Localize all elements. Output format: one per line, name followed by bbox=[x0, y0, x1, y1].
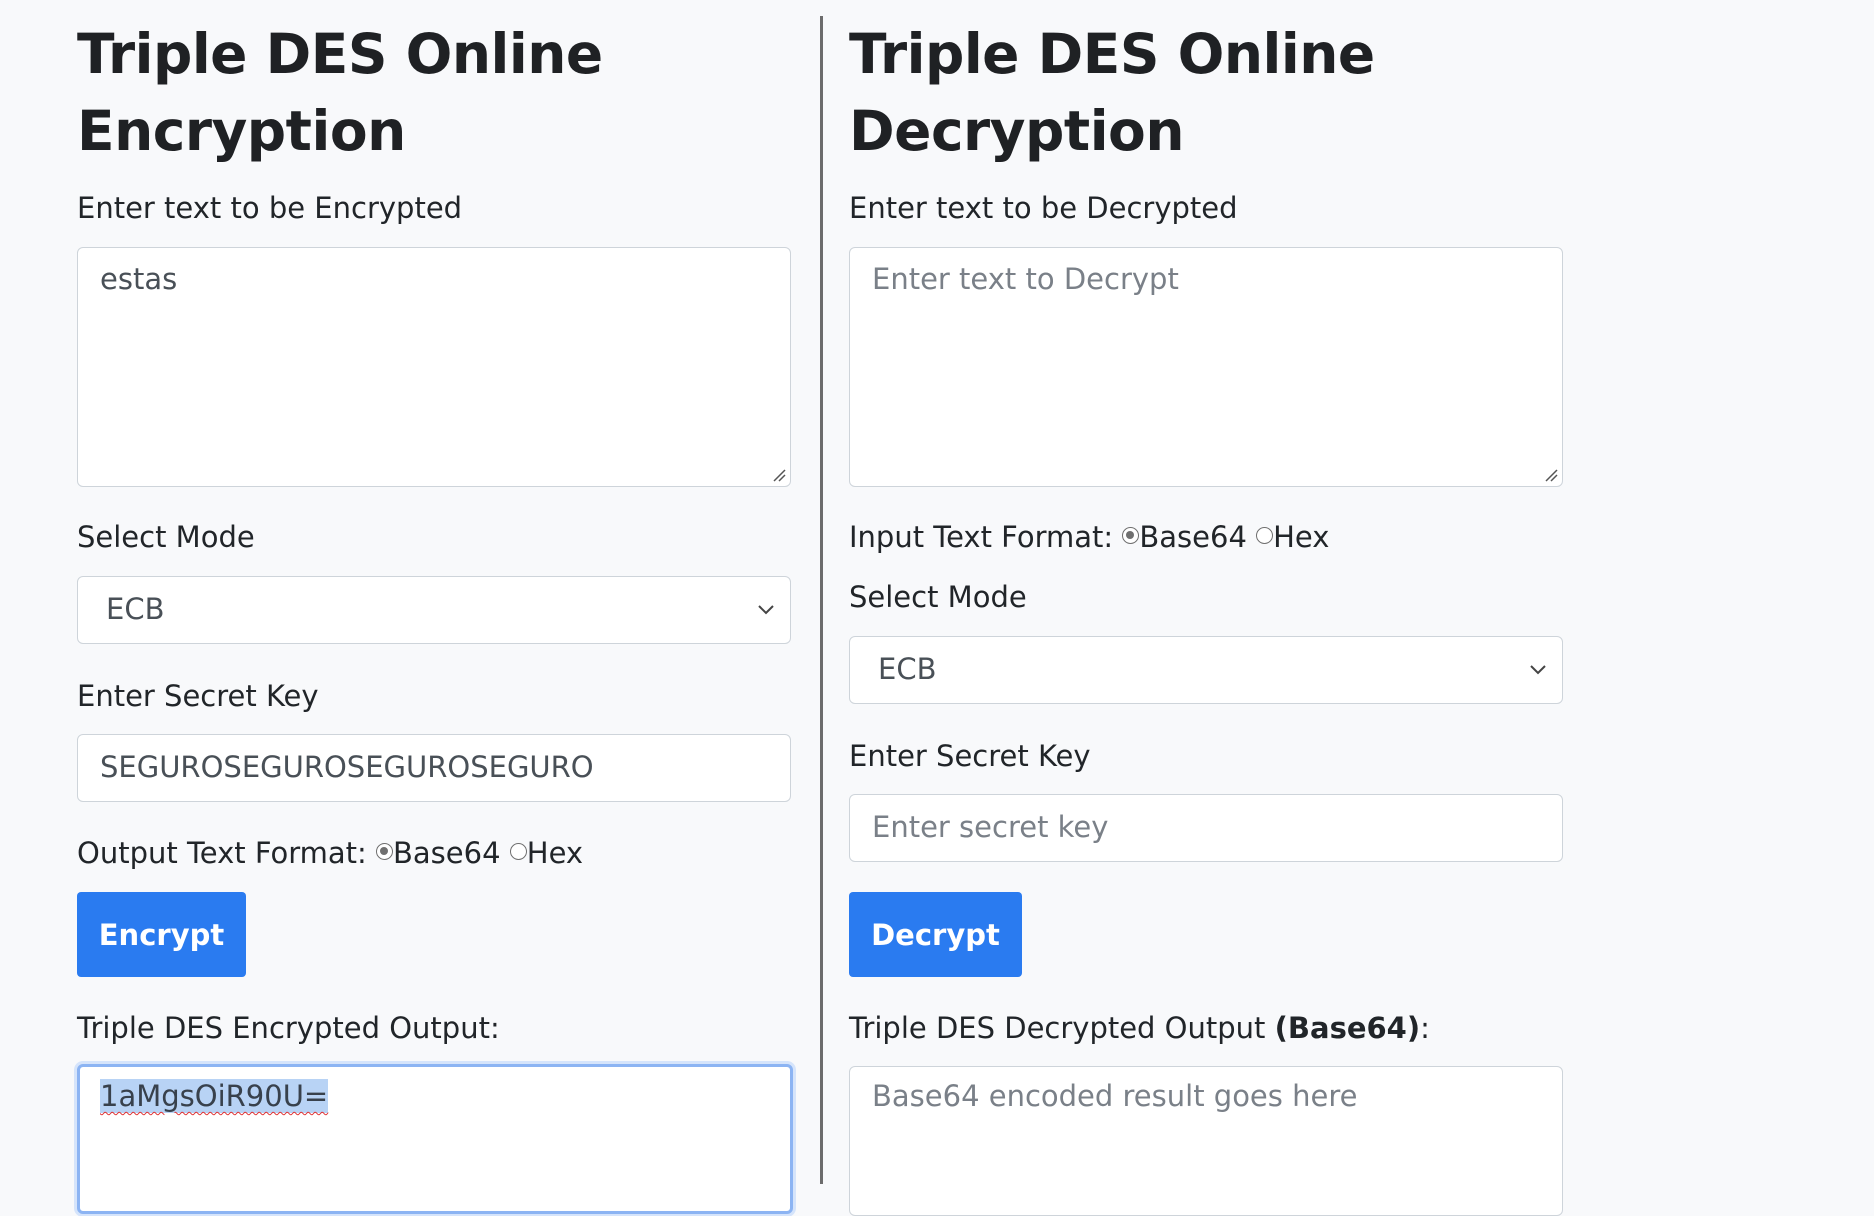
encrypt-text-input[interactable]: estas bbox=[77, 247, 791, 487]
decryption-title-line1: Triple DES Online bbox=[849, 22, 1375, 86]
decrypt-text-label: Enter text to be Decrypted bbox=[849, 191, 1238, 225]
chevron-down-icon bbox=[1530, 665, 1546, 675]
encryption-title: Triple DES Online Encryption bbox=[77, 16, 603, 170]
resize-handle-icon[interactable] bbox=[770, 466, 786, 482]
encrypt-button[interactable]: Encrypt bbox=[77, 892, 246, 977]
radio-base64-label: Base64 bbox=[1139, 520, 1247, 554]
decrypt-input-format: Input Text Format: Base64 Hex bbox=[849, 519, 1329, 555]
decrypt-key-placeholder: Enter secret key bbox=[872, 810, 1109, 844]
decrypt-mode-value: ECB bbox=[878, 652, 937, 686]
decrypt-output-textarea[interactable]: Base64 encoded result goes here bbox=[849, 1066, 1563, 1216]
encrypt-mode-value: ECB bbox=[106, 592, 165, 626]
column-divider bbox=[820, 16, 823, 1184]
chevron-down-icon bbox=[758, 605, 774, 615]
encrypt-mode-label: Select Mode bbox=[77, 520, 255, 554]
encrypt-text-value: estas bbox=[100, 262, 178, 296]
decrypt-key-label: Enter Secret Key bbox=[849, 739, 1091, 773]
radio-hex[interactable] bbox=[509, 843, 527, 860]
encrypt-text-label: Enter text to be Encrypted bbox=[77, 191, 463, 225]
decrypt-output-placeholder: Base64 encoded result goes here bbox=[872, 1079, 1358, 1113]
radio-base64[interactable] bbox=[376, 843, 394, 860]
resize-handle-icon[interactable] bbox=[1542, 466, 1558, 482]
encrypt-key-value: SEGUROSEGUROSEGUROSEGURO bbox=[100, 750, 594, 784]
encryption-title-line1: Triple DES Online bbox=[77, 22, 603, 86]
encryption-title-line2: Encryption bbox=[77, 99, 406, 163]
encrypt-output-value: 1aMgsOiR90U= bbox=[100, 1079, 329, 1113]
decrypt-text-input[interactable]: Enter text to Decrypt bbox=[849, 247, 1563, 487]
output-format-label: Output Text Format: bbox=[77, 836, 367, 870]
encrypt-key-label: Enter Secret Key bbox=[77, 679, 319, 713]
encrypt-output-format: Output Text Format: Base64 Hex bbox=[77, 835, 583, 871]
decrypt-output-label: Triple DES Decrypted Output (Base64): bbox=[849, 1010, 1430, 1046]
decrypt-mode-select[interactable]: ECB bbox=[849, 636, 1563, 704]
radio-base64[interactable] bbox=[1122, 527, 1140, 544]
decrypt-key-input[interactable]: Enter secret key bbox=[849, 794, 1563, 862]
encrypt-mode-select[interactable]: ECB bbox=[77, 576, 791, 644]
radio-base64-label: Base64 bbox=[393, 836, 501, 870]
decrypt-output-label-suffix: : bbox=[1420, 1011, 1430, 1045]
radio-hex-label: Hex bbox=[526, 836, 584, 870]
decryption-title: Triple DES Online Decryption bbox=[849, 16, 1375, 170]
input-format-label: Input Text Format: bbox=[849, 520, 1114, 554]
encrypt-output-textarea[interactable]: 1aMgsOiR90U= bbox=[77, 1064, 793, 1214]
radio-hex-label: Hex bbox=[1273, 520, 1330, 554]
encrypt-key-input[interactable]: SEGUROSEGUROSEGUROSEGURO bbox=[77, 734, 791, 802]
decrypt-button[interactable]: Decrypt bbox=[849, 892, 1022, 977]
decryption-title-line2: Decryption bbox=[849, 99, 1185, 163]
decrypt-output-label-prefix: Triple DES Decrypted Output bbox=[849, 1011, 1275, 1045]
radio-hex[interactable] bbox=[1256, 527, 1274, 544]
encrypt-output-label: Triple DES Encrypted Output: bbox=[77, 1011, 500, 1045]
decrypt-mode-label: Select Mode bbox=[849, 580, 1027, 614]
decrypt-output-format-bold: (Base64) bbox=[1274, 1011, 1421, 1045]
decrypt-text-placeholder: Enter text to Decrypt bbox=[872, 262, 1179, 296]
